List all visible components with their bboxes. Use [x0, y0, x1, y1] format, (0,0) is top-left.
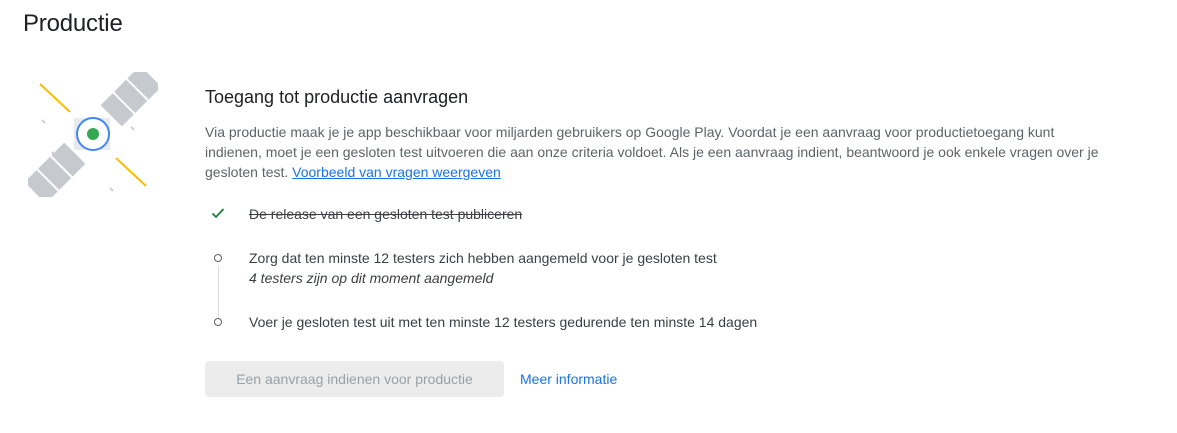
step-publish-closed-test: De release van een gesloten test publice… — [205, 204, 1105, 224]
section-description: Via productie maak je je app beschikbaar… — [205, 122, 1105, 182]
apply-for-production-button[interactable]: Een aanvraag indienen voor productie — [205, 361, 504, 397]
view-questions-link[interactable]: Voorbeeld van vragen weergeven — [292, 164, 501, 180]
satellite-illustration — [24, 65, 162, 204]
check-icon — [211, 208, 225, 219]
step-testers-joined: Zorg dat ten minste 12 testers zich hebb… — [205, 248, 1105, 288]
actions-bar: Een aanvraag indienen voor productie Mee… — [205, 361, 617, 397]
step-label: De release van een gesloten test publice… — [249, 206, 523, 222]
section-title: Toegang tot productie aanvragen — [205, 87, 469, 107]
circle-step-icon — [214, 254, 222, 262]
step-label: Voer je gesloten test uit met ten minste… — [249, 314, 758, 330]
step-sublabel: 4 testers zijn op dit moment aangemeld — [249, 270, 494, 286]
production-access-section: Toegang tot productie aanvragen Via prod… — [205, 86, 1105, 332]
more-info-link[interactable]: Meer informatie — [520, 371, 617, 387]
circle-step-icon — [214, 318, 222, 326]
requirements-checklist: De release van een gesloten test publice… — [205, 204, 1105, 332]
page-title: Productie — [23, 10, 123, 37]
step-label: Zorg dat ten minste 12 testers zich hebb… — [249, 250, 717, 266]
step-run-closed-test: Voer je gesloten test uit met ten minste… — [205, 312, 1105, 332]
